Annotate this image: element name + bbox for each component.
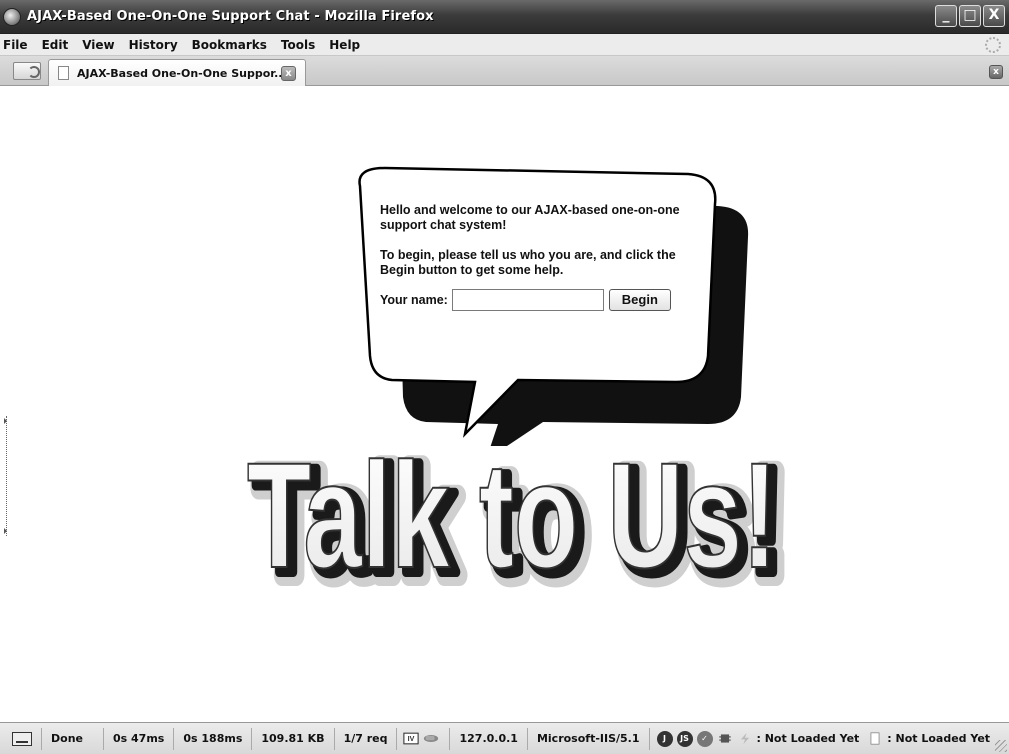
status-state: Done xyxy=(42,727,104,750)
banner-text: Talk to Us! xyxy=(247,431,777,591)
name-input[interactable] xyxy=(451,289,604,311)
status-addons: J JS ✓ : Not Loaded Yet : Not Loaded Yet xyxy=(650,728,991,750)
title-bar: AJAX-Based One-On-One Support Chat - Moz… xyxy=(0,0,1009,34)
menu-file[interactable]: File xyxy=(3,38,28,52)
bug-icon[interactable] xyxy=(717,732,733,745)
instructions-text: To begin, please tell us who you are, an… xyxy=(380,248,676,277)
menu-edit[interactable]: Edit xyxy=(42,38,69,52)
lightning-icon[interactable] xyxy=(737,732,753,745)
menu-help[interactable]: Help xyxy=(329,38,360,52)
iv-icon[interactable]: IV xyxy=(403,732,420,745)
window-controls: _ □ X xyxy=(935,5,1005,27)
page-content: Hello and welcome to our AJAX-based one-… xyxy=(0,86,1009,722)
status-host: 127.0.0.1 xyxy=(450,727,528,750)
throbber-icon xyxy=(985,37,1001,53)
name-label: Your name: xyxy=(380,292,448,307)
tab-close-icon[interactable]: x xyxy=(281,66,296,81)
firefox-icon xyxy=(3,7,21,26)
minimize-button[interactable]: _ xyxy=(935,5,957,27)
menu-bar: File Edit View History Bookmarks Tools H… xyxy=(0,34,1009,56)
menu-history[interactable]: History xyxy=(129,38,178,52)
tab-list-button[interactable] xyxy=(13,62,41,80)
talk-to-us-banner: Talk to Us! Talk to Us! Talk to Us! xyxy=(246,431,798,591)
menu-view[interactable]: View xyxy=(82,38,114,52)
tab-active[interactable]: AJAX-Based One-On-One Suppor... x xyxy=(48,59,306,86)
page-blank-icon[interactable] xyxy=(867,732,883,745)
greeting-text: Hello and welcome to our AJAX-based one-… xyxy=(380,203,680,232)
status-tools: IV xyxy=(397,727,451,750)
close-tab-icon[interactable]: x xyxy=(989,65,1003,79)
tab-bar: AJAX-Based One-On-One Suppor... x x xyxy=(0,56,1009,86)
welcome-text: Hello and welcome to our AJAX-based one-… xyxy=(380,203,690,311)
status-page-icon[interactable] xyxy=(12,731,32,746)
check-icon[interactable]: ✓ xyxy=(696,730,713,747)
window-title: AJAX-Based One-On-One Support Chat - Moz… xyxy=(27,9,434,24)
addon-status-2: : Not Loaded Yet xyxy=(887,732,991,745)
status-time-2: 0s 188ms xyxy=(174,727,253,750)
status-size: 109.81 KB xyxy=(252,727,335,750)
status-server: Microsoft-IIS/5.1 xyxy=(528,727,650,750)
name-form: Your name: Begin xyxy=(380,289,690,311)
menu-bookmarks[interactable]: Bookmarks xyxy=(192,38,267,52)
maximize-button[interactable]: □ xyxy=(959,5,981,27)
status-time-1: 0s 47ms xyxy=(104,727,175,750)
close-button[interactable]: X xyxy=(983,5,1005,27)
tab-label: AJAX-Based One-On-One Suppor... xyxy=(77,66,287,80)
sidebar-splitter[interactable] xyxy=(4,416,8,536)
page-icon xyxy=(58,66,69,80)
menu-tools[interactable]: Tools xyxy=(281,38,315,52)
status-bar: Done 0s 47ms 0s 188ms 109.81 KB 1/7 req … xyxy=(0,722,1009,754)
svg-text:IV: IV xyxy=(408,735,415,743)
js-icon[interactable]: JS xyxy=(676,730,693,747)
plugin-icon[interactable] xyxy=(423,732,439,745)
addon-status-1: : Not Loaded Yet xyxy=(756,732,860,745)
status-requests: 1/7 req xyxy=(335,727,398,750)
status-page-cell xyxy=(0,727,42,750)
begin-button[interactable]: Begin xyxy=(608,289,671,311)
resize-grip[interactable] xyxy=(995,740,1007,752)
j-icon[interactable]: J xyxy=(656,730,673,747)
